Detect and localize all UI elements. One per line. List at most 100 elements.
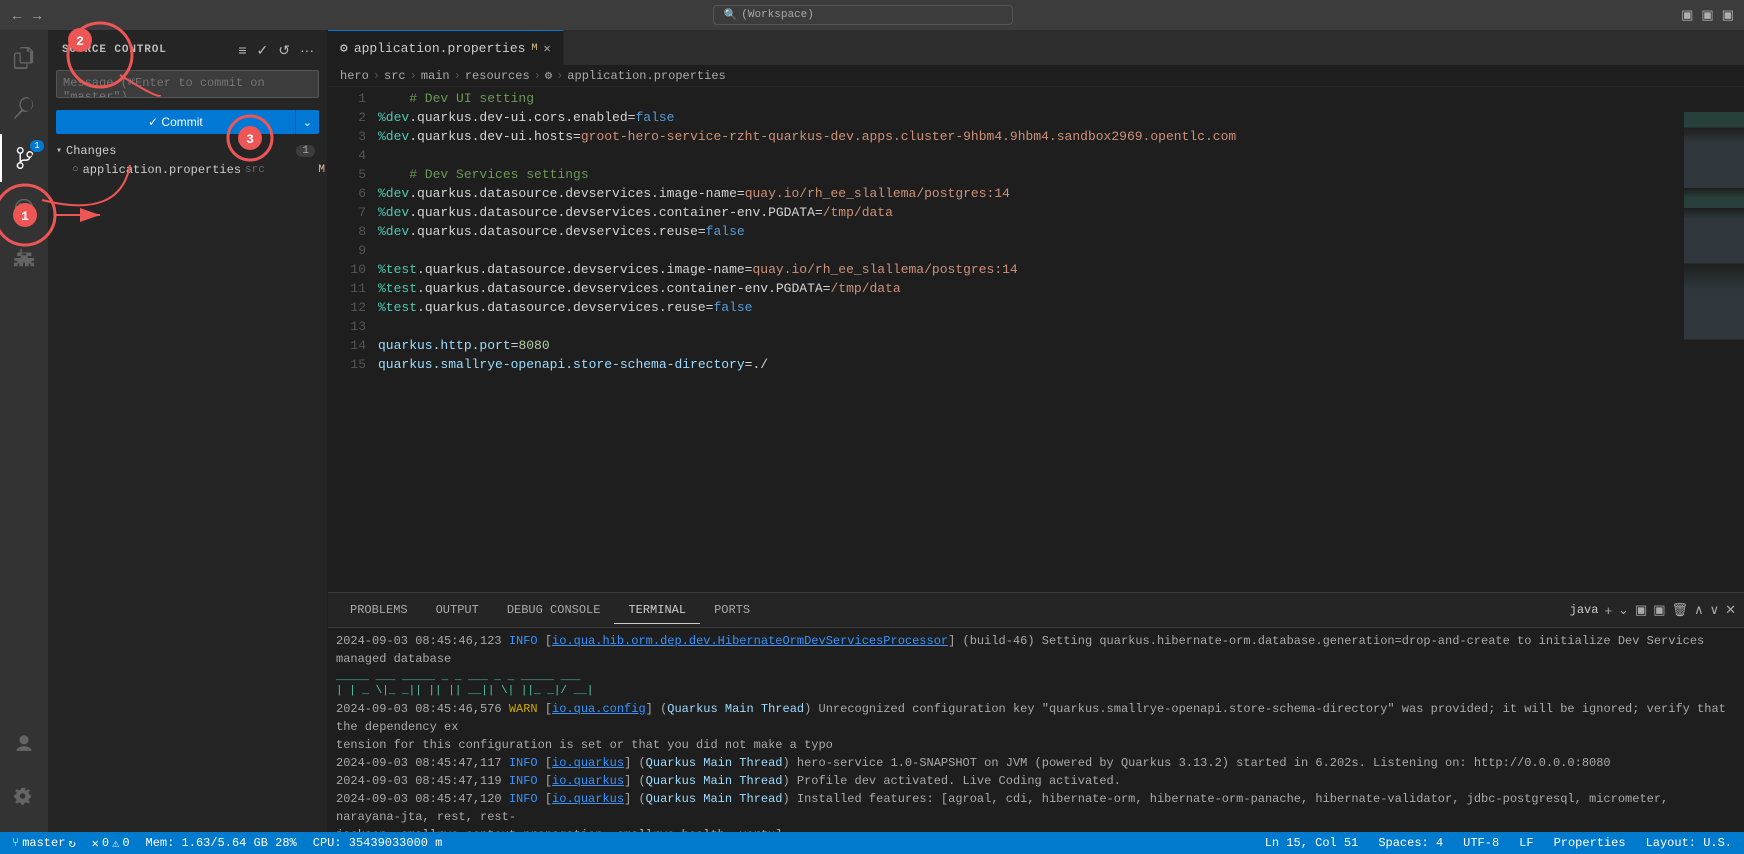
status-line-ending[interactable]: LF: [1515, 836, 1537, 850]
minimap: [1684, 87, 1744, 592]
tab-application-properties[interactable]: ⚙ application.properties M ✕: [328, 30, 564, 65]
commit-message-input[interactable]: [56, 70, 319, 98]
status-layout[interactable]: Layout: U.S.: [1642, 836, 1736, 850]
breadcrumb-hero[interactable]: hero: [340, 69, 369, 83]
log-line: 2024-09-03 08:45:46,123 INFO [io.qua.hib…: [336, 632, 1736, 668]
code-line: %test.quarkus.datasource.devservices.con…: [374, 279, 1684, 298]
code-line: %dev.quarkus.datasource.devservices.cont…: [374, 203, 1684, 222]
panel: PROBLEMS OUTPUT DEBUG CONSOLE TERMINAL P…: [328, 592, 1744, 832]
layout-button-3[interactable]: ▣: [1722, 7, 1734, 23]
terminal-content[interactable]: 2024-09-03 08:45:46,123 INFO [io.qua.hib…: [328, 628, 1744, 832]
terminal-expand-button[interactable]: ∨: [1710, 602, 1720, 618]
sidebar-check-button[interactable]: ✓: [254, 40, 272, 61]
code-line: %dev.quarkus.datasource.devservices.imag…: [374, 184, 1684, 203]
title-bar-search[interactable]: 🔍 (Workspace): [713, 5, 1013, 25]
tab-output[interactable]: OUTPUT: [422, 597, 493, 624]
log-line: 2024-09-03 08:45:47,120 INFO [io.quarkus…: [336, 790, 1736, 826]
layout-button-2[interactable]: ▣: [1701, 7, 1713, 23]
commit-dropdown-button[interactable]: ⌄: [295, 110, 319, 134]
tab-close-button[interactable]: ✕: [543, 41, 550, 56]
status-spaces[interactable]: Spaces: 4: [1374, 836, 1447, 850]
file-status: M: [318, 164, 325, 176]
breadcrumb-main[interactable]: main: [421, 69, 450, 83]
log-line: 2024-09-03 08:45:47,117 INFO [io.quarkus…: [336, 754, 1736, 772]
sidebar: SOURCE CONTROL ≡ ✓ ↺ ··· ✓ Commit ⌄ ▾ Ch…: [48, 30, 328, 832]
changes-chevron: ▾: [56, 145, 62, 157]
status-mem: Mem: 1.63/5.64 GB 28%: [142, 836, 301, 850]
sidebar-item-extensions[interactable]: [0, 234, 48, 282]
settings-icon[interactable]: [0, 772, 48, 820]
terminal-trash-button[interactable]: 🗑: [1672, 602, 1689, 618]
error-icon: ✕: [92, 836, 99, 851]
status-language[interactable]: Properties: [1550, 836, 1630, 850]
changes-label: Changes: [66, 144, 296, 158]
nav-forward-button[interactable]: →: [30, 7, 44, 23]
status-cpu: CPU: 35439033000 m: [309, 836, 447, 850]
sync-icon: ↻: [68, 836, 75, 851]
status-encoding[interactable]: UTF-8: [1459, 836, 1503, 850]
breadcrumb-src[interactable]: src: [384, 69, 406, 83]
changes-section: ▾ Changes 1 ○ application.properties src…: [48, 138, 327, 184]
terminal-collapse-button[interactable]: ∧: [1694, 602, 1704, 618]
sidebar-item-search[interactable]: [0, 84, 48, 132]
search-icon: 🔍: [724, 8, 738, 22]
log-line: 2024-09-03 08:45:46,576 WARN [io.qua.con…: [336, 700, 1736, 736]
warning-icon: ⚠: [112, 836, 119, 851]
code-line: quarkus.smallrye-openapi.store-schema-di…: [374, 355, 1684, 374]
code-line: %test.quarkus.datasource.devservices.ima…: [374, 260, 1684, 279]
status-errors[interactable]: ✕ 0 ⚠ 0: [88, 836, 134, 851]
code-line: [374, 317, 1684, 336]
commit-button[interactable]: ✓ Commit: [56, 110, 295, 134]
breadcrumb-config-icon: ⚙: [545, 68, 552, 83]
code-area[interactable]: # Dev UI setting %dev.quarkus.dev-ui.cor…: [374, 87, 1684, 592]
account-icon[interactable]: [0, 720, 48, 768]
sidebar-more-button[interactable]: ···: [297, 40, 317, 61]
sidebar-item-source-control[interactable]: 1: [0, 134, 48, 182]
tab-ports[interactable]: PORTS: [700, 597, 764, 624]
tab-bar: ⚙ application.properties M ✕: [328, 30, 1744, 65]
status-left: ⑂ master ↻ ✕ 0 ⚠ 0 Mem: 1.63/5.64 GB 28%…: [8, 836, 446, 851]
sidebar-item-run[interactable]: [0, 184, 48, 232]
nav-back-button[interactable]: ←: [10, 7, 24, 23]
sidebar-header: SOURCE CONTROL ≡ ✓ ↺ ···: [48, 30, 327, 66]
position-label: Ln 15, Col 51: [1265, 836, 1359, 850]
changes-header[interactable]: ▾ Changes 1: [48, 142, 327, 160]
editor-content: 12345 678910 1112131415 # Dev UI setting…: [328, 87, 1744, 592]
spaces-label: Spaces: 4: [1378, 836, 1443, 850]
minimap-content: [1684, 87, 1744, 592]
sidebar-refresh-button[interactable]: ↺: [275, 40, 293, 61]
log-banner: _____ ___ _____ _ _ ___ _ _ _____ ___ | …: [336, 670, 1736, 698]
log-line: 2024-09-03 08:45:47,119 INFO [io.quarkus…: [336, 772, 1736, 790]
list-item[interactable]: ○ application.properties src ⬡ ↩ + M: [48, 160, 327, 180]
git-branch-icon: ⑂: [12, 836, 19, 850]
activity-bar-bottom: [0, 720, 48, 828]
status-position[interactable]: Ln 15, Col 51: [1261, 836, 1363, 850]
panel-actions: java + ⌄ ▣ ▣ 🗑 ∧ ∨ ✕: [1570, 602, 1736, 618]
mem-label: Mem: 1.63/5.64 GB 28%: [146, 836, 297, 850]
changes-count: 1: [296, 145, 315, 157]
tab-debug-console[interactable]: DEBUG CONSOLE: [493, 597, 615, 624]
terminal-close-button[interactable]: ✕: [1725, 602, 1736, 618]
language-label: Properties: [1554, 836, 1626, 850]
status-right: Ln 15, Col 51 Spaces: 4 UTF-8 LF Propert…: [1261, 836, 1736, 850]
layout-button-1[interactable]: ▣: [1681, 7, 1693, 23]
terminal-java-label: java: [1570, 603, 1599, 617]
activity-bar: 1: [0, 30, 48, 832]
terminal-new-button[interactable]: +: [1604, 603, 1612, 618]
line-ending-label: LF: [1519, 836, 1533, 850]
breadcrumb-resources[interactable]: resources: [465, 69, 530, 83]
breadcrumb-filename[interactable]: application.properties: [567, 69, 725, 83]
terminal-dropdown-button[interactable]: ⌄: [1618, 602, 1629, 618]
status-branch[interactable]: ⑂ master ↻: [8, 836, 80, 851]
terminal-maximize-button[interactable]: ▣: [1653, 602, 1665, 618]
sidebar-menu-button[interactable]: ≡: [235, 40, 249, 61]
sidebar-item-explorer[interactable]: [0, 34, 48, 82]
line-numbers: 12345 678910 1112131415: [328, 87, 374, 592]
commit-message-area: [48, 66, 327, 106]
tab-problems[interactable]: PROBLEMS: [336, 597, 422, 624]
warning-count: 0: [122, 836, 129, 850]
code-line: quarkus.http.port=8080: [374, 336, 1684, 355]
commit-btn-row: ✓ Commit ⌄: [48, 106, 327, 138]
tab-terminal[interactable]: TERMINAL: [614, 597, 700, 624]
terminal-split-button[interactable]: ▣: [1635, 602, 1647, 618]
